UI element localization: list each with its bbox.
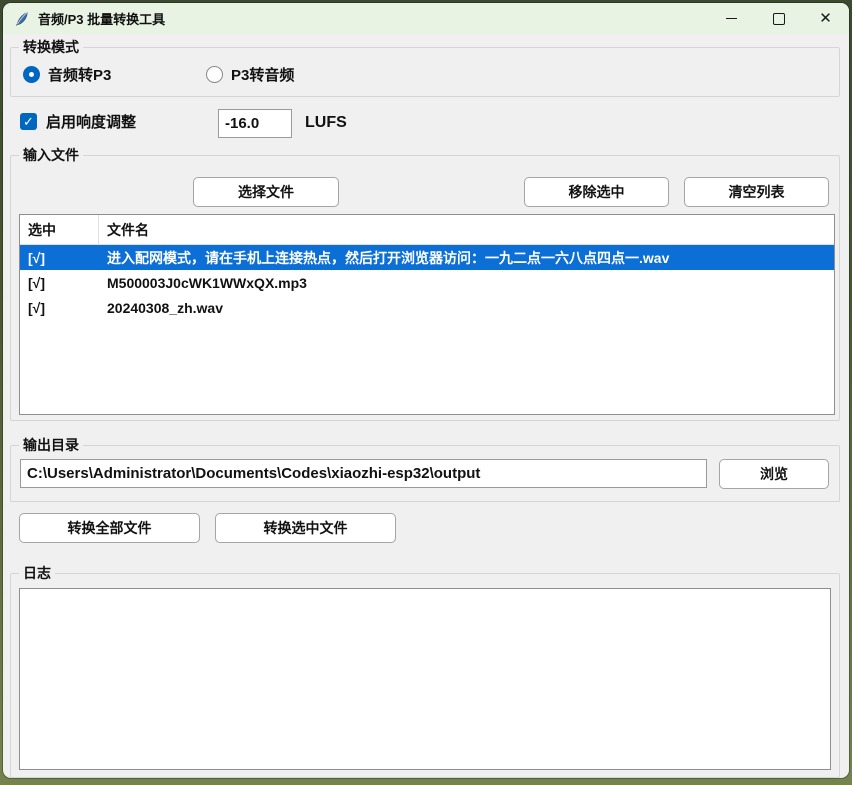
row-filename-cell: 进入配网模式，请在手机上连接热点，然后打开浏览器访问：一九二点一六八点四点一.w… [99, 248, 834, 268]
table-row[interactable]: [√] 20240308_zh.wav [20, 295, 834, 320]
radio-selected-icon [23, 66, 40, 83]
loudness-checkbox[interactable]: ✓ 启用响度调整 [20, 111, 136, 132]
radio-option-label: 音频转P3 [48, 64, 111, 85]
desktop-wallpaper: 音频/P3 批量转换工具 ✕ 转换模式 音频转P3 [0, 0, 852, 785]
row-checked-cell: [√] [20, 300, 99, 316]
lufs-unit-label: LUFS [305, 114, 347, 132]
browse-button[interactable]: 浏览 [719, 459, 829, 489]
log-group-label: 日志 [19, 565, 55, 582]
radio-option-label: P3转音频 [231, 64, 294, 85]
table-row[interactable]: [√] M500003J0cWK1WWxQX.mp3 [20, 270, 834, 295]
mode-group-label: 转换模式 [19, 39, 83, 56]
row-filename-cell: M500003J0cWK1WWxQX.mp3 [99, 275, 834, 291]
window-controls: ✕ [708, 3, 849, 34]
row-filename-cell: 20240308_zh.wav [99, 300, 834, 316]
convert-selected-button[interactable]: 转换选中文件 [215, 513, 396, 543]
convert-all-button[interactable]: 转换全部文件 [19, 513, 200, 543]
file-table: 选中 文件名 [√] 进入配网模式，请在手机上连接热点，然后打开浏览器访问：一九… [19, 214, 835, 415]
log-group: 日志 [10, 573, 840, 778]
maximize-button[interactable] [755, 3, 802, 34]
app-window: 音频/P3 批量转换工具 ✕ 转换模式 音频转P3 [3, 3, 849, 778]
input-files-group-label: 输入文件 [19, 147, 83, 164]
mode-group: 转换模式 音频转P3 P3转音频 [10, 47, 840, 97]
input-files-group: 输入文件 选择文件 移除选中 清空列表 选中 文件名 [√] 进入配网模式，请在… [10, 155, 840, 421]
clear-list-button[interactable]: 清空列表 [684, 177, 829, 207]
close-button[interactable]: ✕ [802, 3, 849, 34]
minimize-icon [726, 18, 737, 19]
titlebar[interactable]: 音频/P3 批量转换工具 ✕ [3, 3, 849, 34]
radio-option-p3-to-audio[interactable]: P3转音频 [206, 64, 294, 85]
minimize-button[interactable] [708, 3, 755, 34]
file-table-header: 选中 文件名 [20, 215, 834, 245]
header-cell-filename[interactable]: 文件名 [99, 215, 834, 244]
loudness-row: ✓ 启用响度调整 LUFS [3, 107, 849, 143]
window-title: 音频/P3 批量转换工具 [38, 9, 165, 28]
select-files-button[interactable]: 选择文件 [193, 177, 339, 207]
row-checked-cell: [√] [20, 250, 99, 266]
python-app-icon [14, 11, 30, 27]
lufs-input[interactable] [218, 109, 292, 138]
output-dir-group-label: 输出目录 [19, 437, 83, 454]
radio-option-audio-to-p3[interactable]: 音频转P3 [23, 64, 111, 85]
loudness-checkbox-label: 启用响度调整 [46, 111, 136, 132]
actions-row: 转换全部文件 转换选中文件 [3, 513, 849, 543]
log-output[interactable] [19, 588, 831, 770]
radio-unselected-icon [206, 66, 223, 83]
output-dir-input[interactable] [20, 459, 707, 488]
remove-selected-button[interactable]: 移除选中 [524, 177, 669, 207]
close-icon: ✕ [819, 11, 832, 26]
maximize-icon [773, 13, 785, 25]
table-row[interactable]: [√] 进入配网模式，请在手机上连接热点，然后打开浏览器访问：一九二点一六八点四… [20, 245, 834, 270]
checkbox-checked-icon: ✓ [20, 113, 37, 130]
output-dir-group: 输出目录 浏览 [10, 445, 840, 502]
row-checked-cell: [√] [20, 275, 99, 291]
header-cell-checked[interactable]: 选中 [20, 215, 99, 244]
